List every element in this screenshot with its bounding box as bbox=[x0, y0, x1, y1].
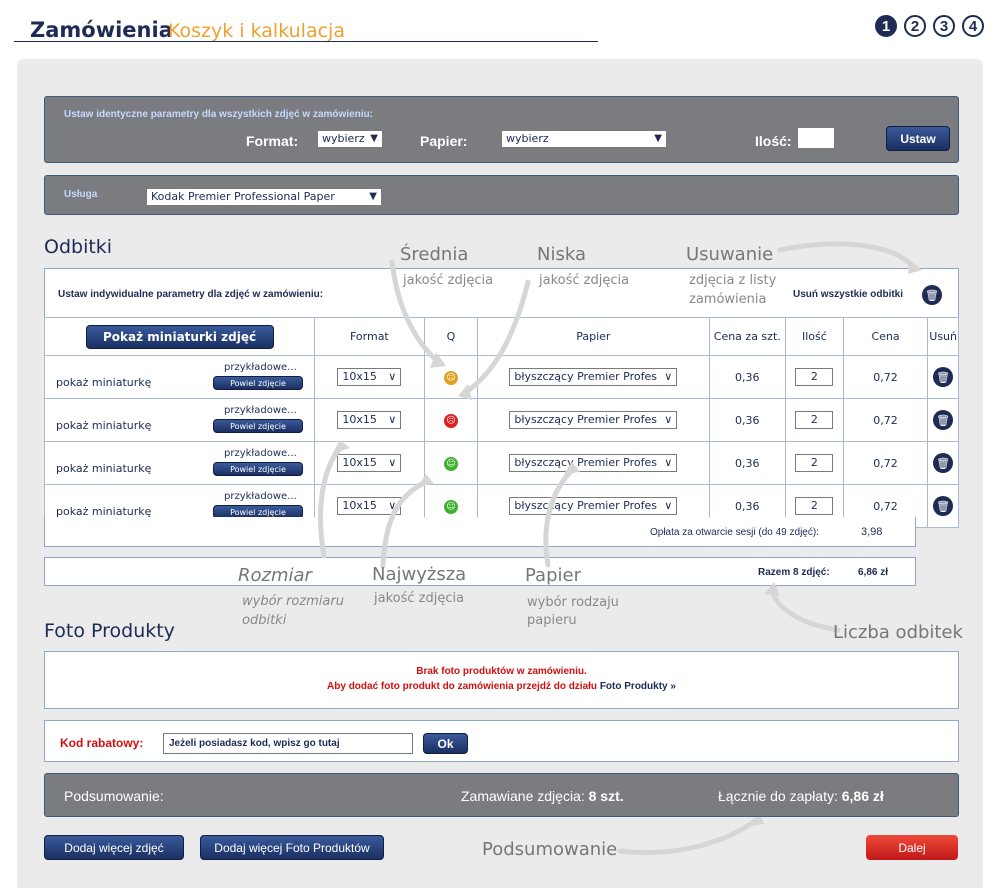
photo-products-add-msg: Aby dodać foto produkt do zamówienia prz… bbox=[327, 681, 598, 692]
arrow-best-quality bbox=[380, 479, 429, 569]
arrowhead-delete bbox=[908, 260, 922, 274]
annotation-paper-sub1: wybór rodzaju bbox=[527, 595, 619, 610]
annotation-best-title: Najwyższa bbox=[372, 564, 467, 585]
annotation-low-title: Niska bbox=[537, 244, 586, 265]
arrowhead-best bbox=[418, 474, 434, 486]
annotation-count-title: Liczba odbitek bbox=[833, 622, 963, 643]
arrow-low-quality bbox=[463, 279, 531, 395]
ordered-value: 8 szt. bbox=[588, 788, 624, 804]
summary-box: Podsumowanie: Zamawiane zdjęcia: 8 szt. … bbox=[44, 773, 959, 817]
arrow-count bbox=[769, 587, 841, 633]
grand-total-value: 6,86 zł bbox=[841, 788, 884, 804]
annotation-delete-sub2: zamówienia bbox=[689, 292, 767, 307]
discount-input[interactable]: Jeżeli posiadasz kod, wpisz go tutaj bbox=[163, 733, 413, 754]
discount-label: Kod rabatowy: bbox=[60, 736, 144, 750]
arrow-size bbox=[318, 445, 343, 559]
grand-total-label: Łącznie do zapłaty: bbox=[718, 788, 838, 804]
photo-products-title: Foto Produkty bbox=[44, 620, 175, 642]
photo-products-empty: Brak foto produktów w zamówieniu. bbox=[416, 666, 587, 677]
add-more-photos-button[interactable]: Dodaj więcej zdjęć bbox=[44, 835, 184, 860]
arrow-delete bbox=[777, 241, 917, 271]
annotation-delete-sub1: zdjęcia z listy bbox=[689, 273, 777, 288]
arrow-summary bbox=[617, 817, 759, 856]
annotation-paper-title: Papier bbox=[525, 565, 581, 586]
arrowhead-count bbox=[764, 582, 780, 596]
arrowhead-size bbox=[332, 440, 350, 454]
annotation-delete-title: Usuwanie bbox=[686, 244, 774, 265]
annotation-size-title: Rozmiar bbox=[238, 565, 312, 586]
annotation-average-sub: jakość zdjęcia bbox=[403, 273, 494, 288]
photo-products-box: Brak foto produktów w zamówieniu. Aby do… bbox=[44, 651, 959, 709]
add-more-products-button[interactable]: Dodaj więcej Foto Produktów bbox=[200, 835, 384, 860]
arrowhead-paper bbox=[564, 462, 580, 474]
annotation-best-sub: jakość zdjęcia bbox=[374, 591, 465, 606]
discount-ok-button[interactable]: Ok bbox=[423, 733, 468, 754]
annotation-low-sub: jakość zdjęcia bbox=[539, 273, 630, 288]
ordered-label: Zamawiane zdjęcia: bbox=[461, 788, 585, 804]
summary-label: Podsumowanie: bbox=[64, 788, 164, 804]
annotation-average-title: Średnia bbox=[400, 244, 469, 265]
arrow-paper bbox=[543, 467, 575, 568]
annotation-size-sub1: wybór rozmiaru bbox=[242, 594, 344, 609]
next-button[interactable]: Dalej bbox=[866, 835, 958, 860]
annotation-summary-title: Podsumowanie bbox=[482, 839, 618, 860]
discount-box: Kod rabatowy: Jeżeli posiadasz kod, wpis… bbox=[44, 720, 959, 762]
photo-products-link[interactable]: Foto Produkty » bbox=[600, 681, 676, 692]
annotation-paper-sub2: papieru bbox=[527, 613, 577, 628]
annotation-size-sub2: odbitki bbox=[242, 613, 287, 628]
